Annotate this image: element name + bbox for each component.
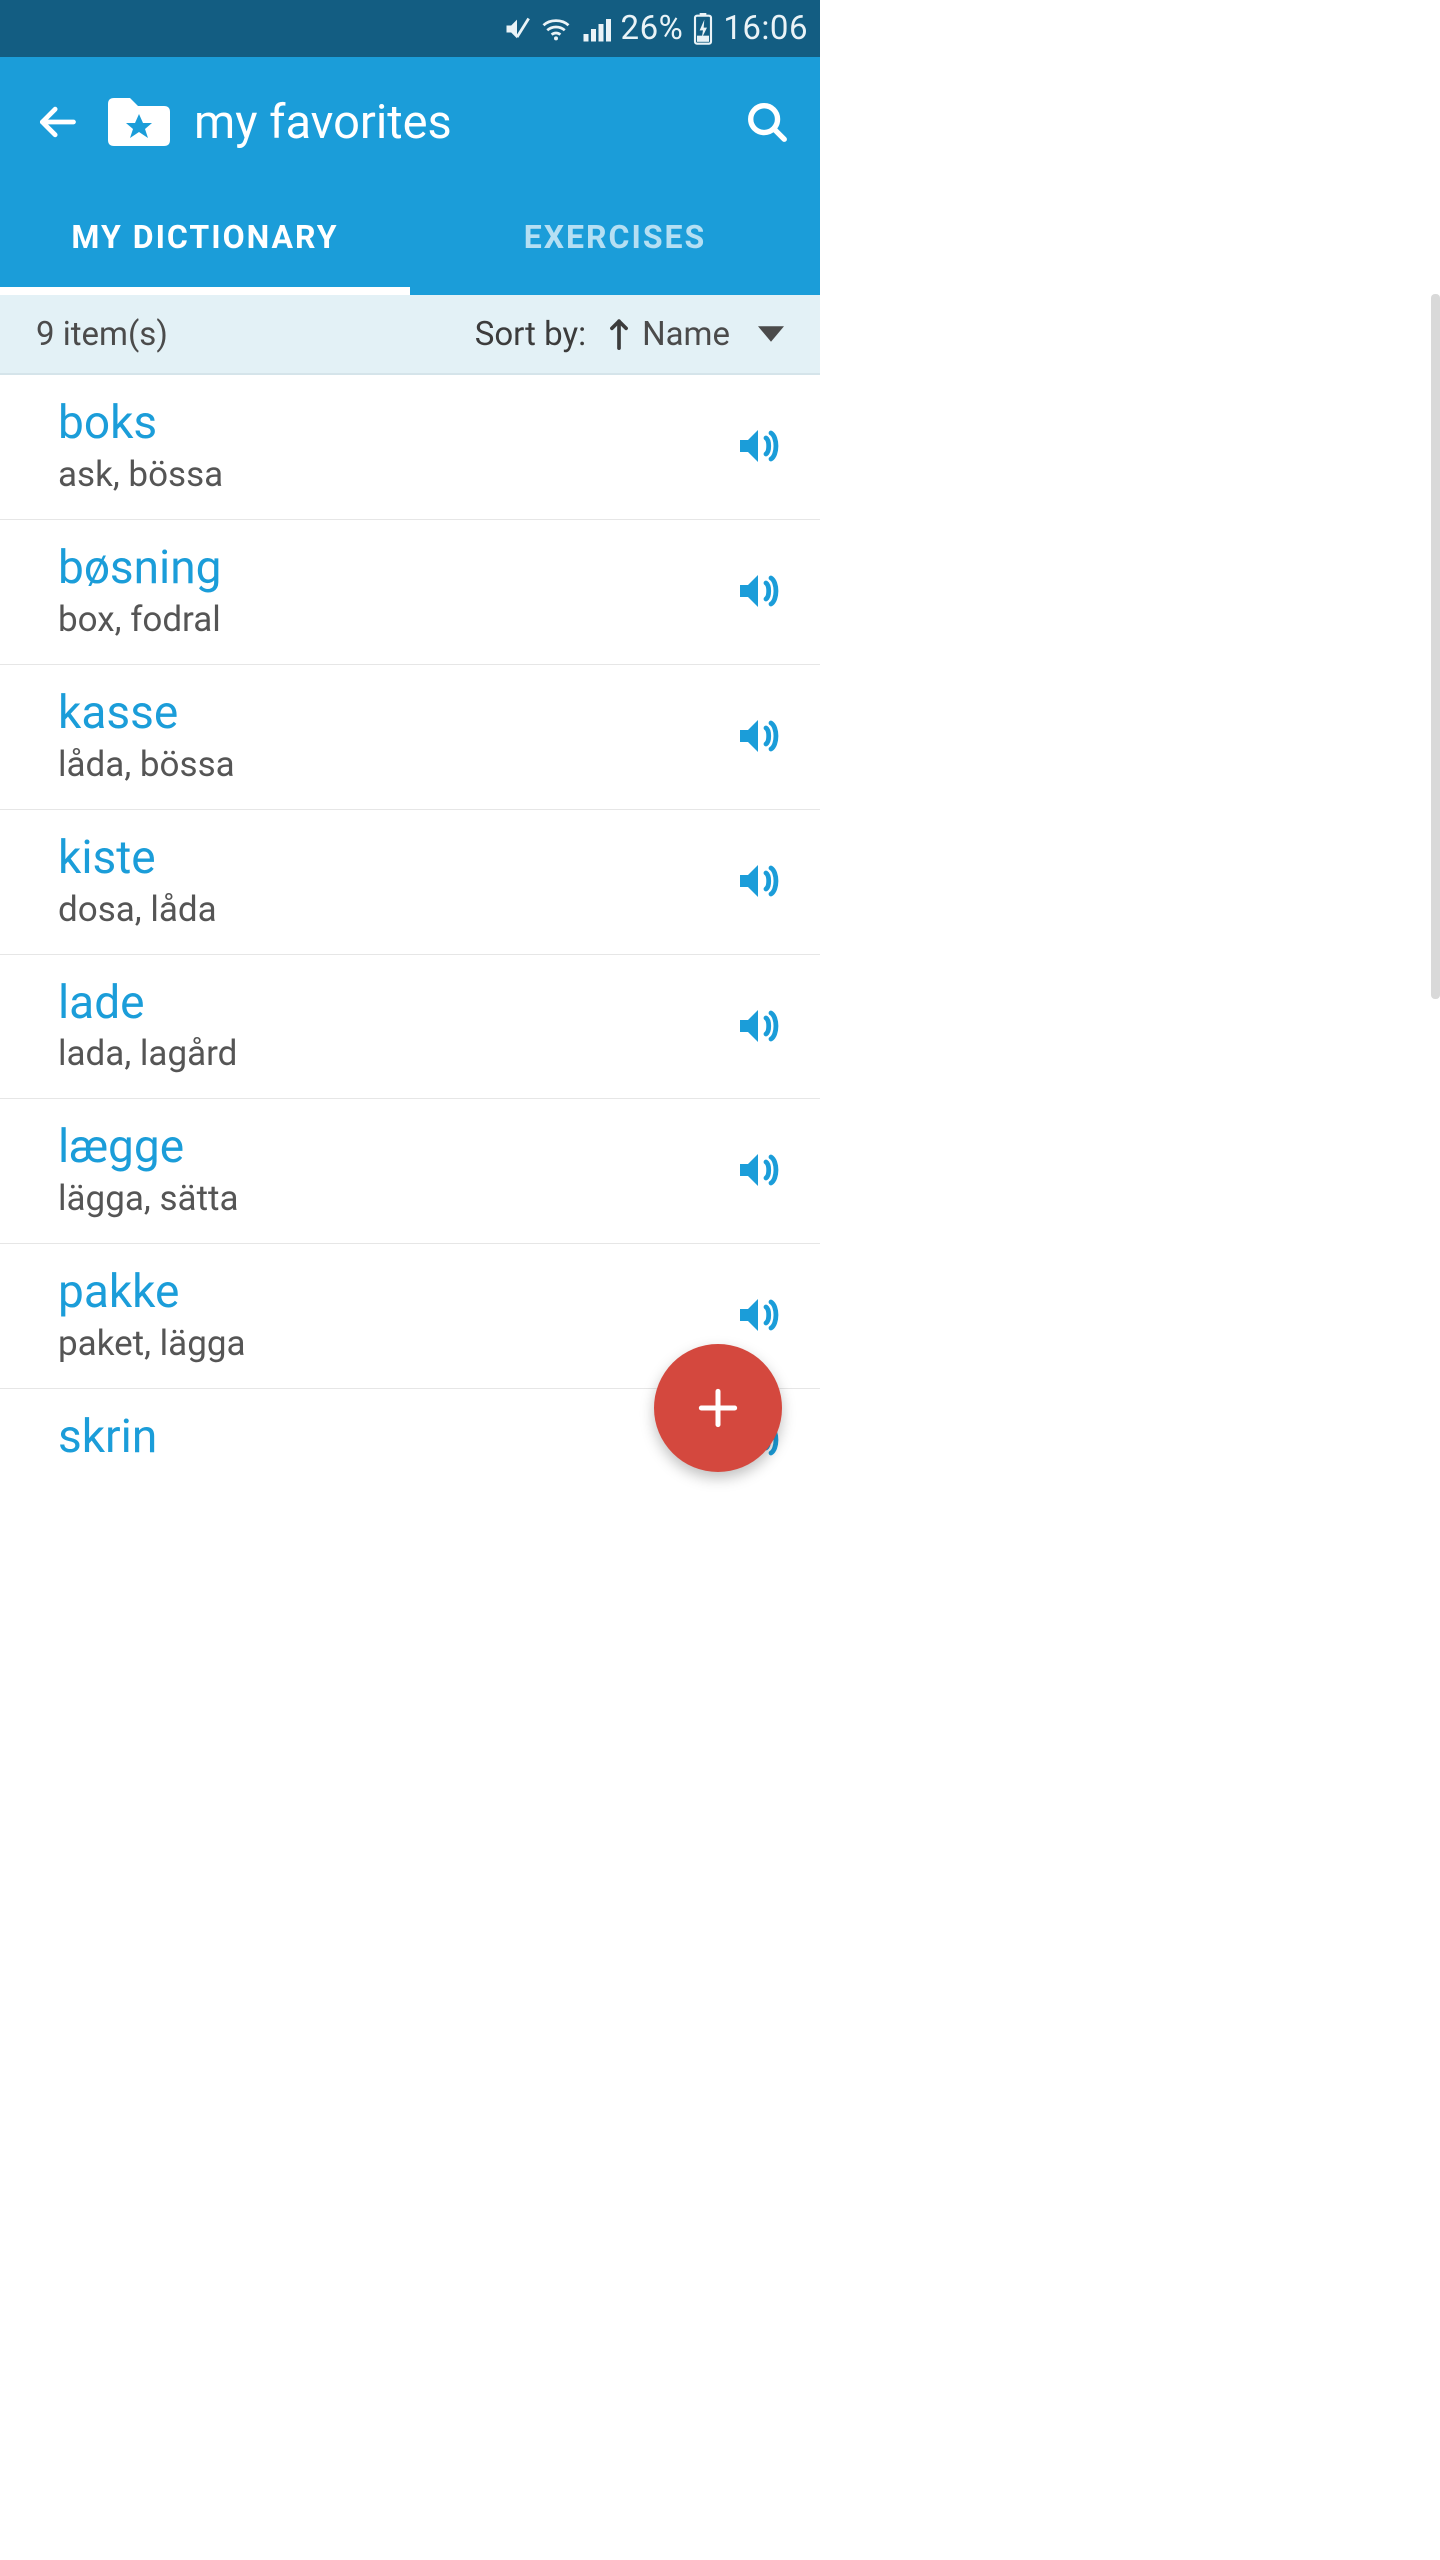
list-item-text: bøsning box, fodral bbox=[58, 542, 712, 640]
sort-field[interactable]: Name bbox=[642, 315, 730, 354]
mute-icon bbox=[503, 15, 531, 43]
word: boks bbox=[58, 397, 712, 450]
definition: paket, lägga bbox=[58, 1323, 712, 1364]
wifi-icon bbox=[541, 16, 571, 42]
tab-my-dictionary[interactable]: MY DICTIONARY bbox=[0, 187, 410, 295]
word: skrin bbox=[58, 1411, 712, 1464]
list-item[interactable]: boks ask, bössa bbox=[0, 375, 820, 520]
list-item[interactable]: kiste dosa, låda bbox=[0, 810, 820, 955]
tab-label: MY DICTIONARY bbox=[71, 218, 338, 256]
app-bar: my favorites MY DICTIONARY EXERCISES bbox=[0, 57, 820, 295]
page-title: my favorites bbox=[194, 95, 452, 150]
play-audio-button[interactable] bbox=[732, 855, 784, 907]
word: kasse bbox=[58, 687, 712, 740]
definition: box, fodral bbox=[58, 599, 712, 640]
play-audio-button[interactable] bbox=[732, 1289, 784, 1341]
favorites-list: boks ask, bössa bøsning box, fodral kass… bbox=[0, 375, 820, 1492]
list-item-text: kiste dosa, låda bbox=[58, 832, 712, 930]
play-audio-button[interactable] bbox=[732, 1144, 784, 1196]
tab-exercises[interactable]: EXERCISES bbox=[410, 187, 820, 295]
word: kiste bbox=[58, 832, 712, 885]
scrollbar-thumb[interactable] bbox=[1431, 294, 1440, 999]
favorites-folder-icon bbox=[104, 94, 174, 150]
sort-direction-icon[interactable] bbox=[608, 317, 630, 351]
list-item-text: boks ask, bössa bbox=[58, 397, 712, 495]
definition: lägga, sätta bbox=[58, 1178, 712, 1219]
clock: 16:06 bbox=[723, 9, 808, 48]
tab-label: EXERCISES bbox=[524, 218, 707, 256]
play-audio-button[interactable] bbox=[732, 565, 784, 617]
list-item-text: lade lada, lagård bbox=[58, 977, 712, 1075]
word: bøsning bbox=[58, 542, 712, 595]
tab-bar: MY DICTIONARY EXERCISES bbox=[0, 187, 820, 295]
list-item[interactable]: lægge lägga, sätta bbox=[0, 1099, 820, 1244]
status-bar: 26% 16:06 bbox=[0, 0, 820, 57]
add-button[interactable] bbox=[654, 1344, 782, 1472]
list-item-text: kasse låda, bössa bbox=[58, 687, 712, 785]
cell-signal-icon bbox=[581, 16, 611, 42]
battery-charging-icon bbox=[693, 13, 713, 45]
word: lægge bbox=[58, 1121, 712, 1174]
list-item[interactable]: lade lada, lagård bbox=[0, 955, 820, 1100]
play-audio-button[interactable] bbox=[732, 710, 784, 762]
play-audio-button[interactable] bbox=[732, 420, 784, 472]
list-subheader: 9 item(s) Sort by: Name bbox=[0, 295, 820, 375]
search-button[interactable] bbox=[740, 95, 794, 149]
list-item-text: lægge lägga, sätta bbox=[58, 1121, 712, 1219]
definition: dosa, låda bbox=[58, 889, 712, 930]
play-audio-button[interactable] bbox=[732, 1000, 784, 1052]
sort-dropdown-icon[interactable] bbox=[758, 325, 784, 343]
definition: lada, lagård bbox=[58, 1033, 712, 1074]
back-button[interactable] bbox=[30, 95, 84, 149]
sort-by-label: Sort by: bbox=[475, 315, 586, 354]
app-bar-top: my favorites bbox=[0, 57, 820, 187]
list-item-text: skrin bbox=[58, 1411, 712, 1468]
battery-percentage: 26% bbox=[621, 9, 684, 48]
list-item[interactable]: bøsning box, fodral bbox=[0, 520, 820, 665]
item-count: 9 item(s) bbox=[36, 315, 475, 354]
list-item[interactable]: kasse låda, bössa bbox=[0, 665, 820, 810]
list-item-text: pakke paket, lägga bbox=[58, 1266, 712, 1364]
definition: låda, bössa bbox=[58, 744, 712, 785]
definition: ask, bössa bbox=[58, 454, 712, 495]
word: lade bbox=[58, 977, 712, 1030]
word: pakke bbox=[58, 1266, 712, 1319]
